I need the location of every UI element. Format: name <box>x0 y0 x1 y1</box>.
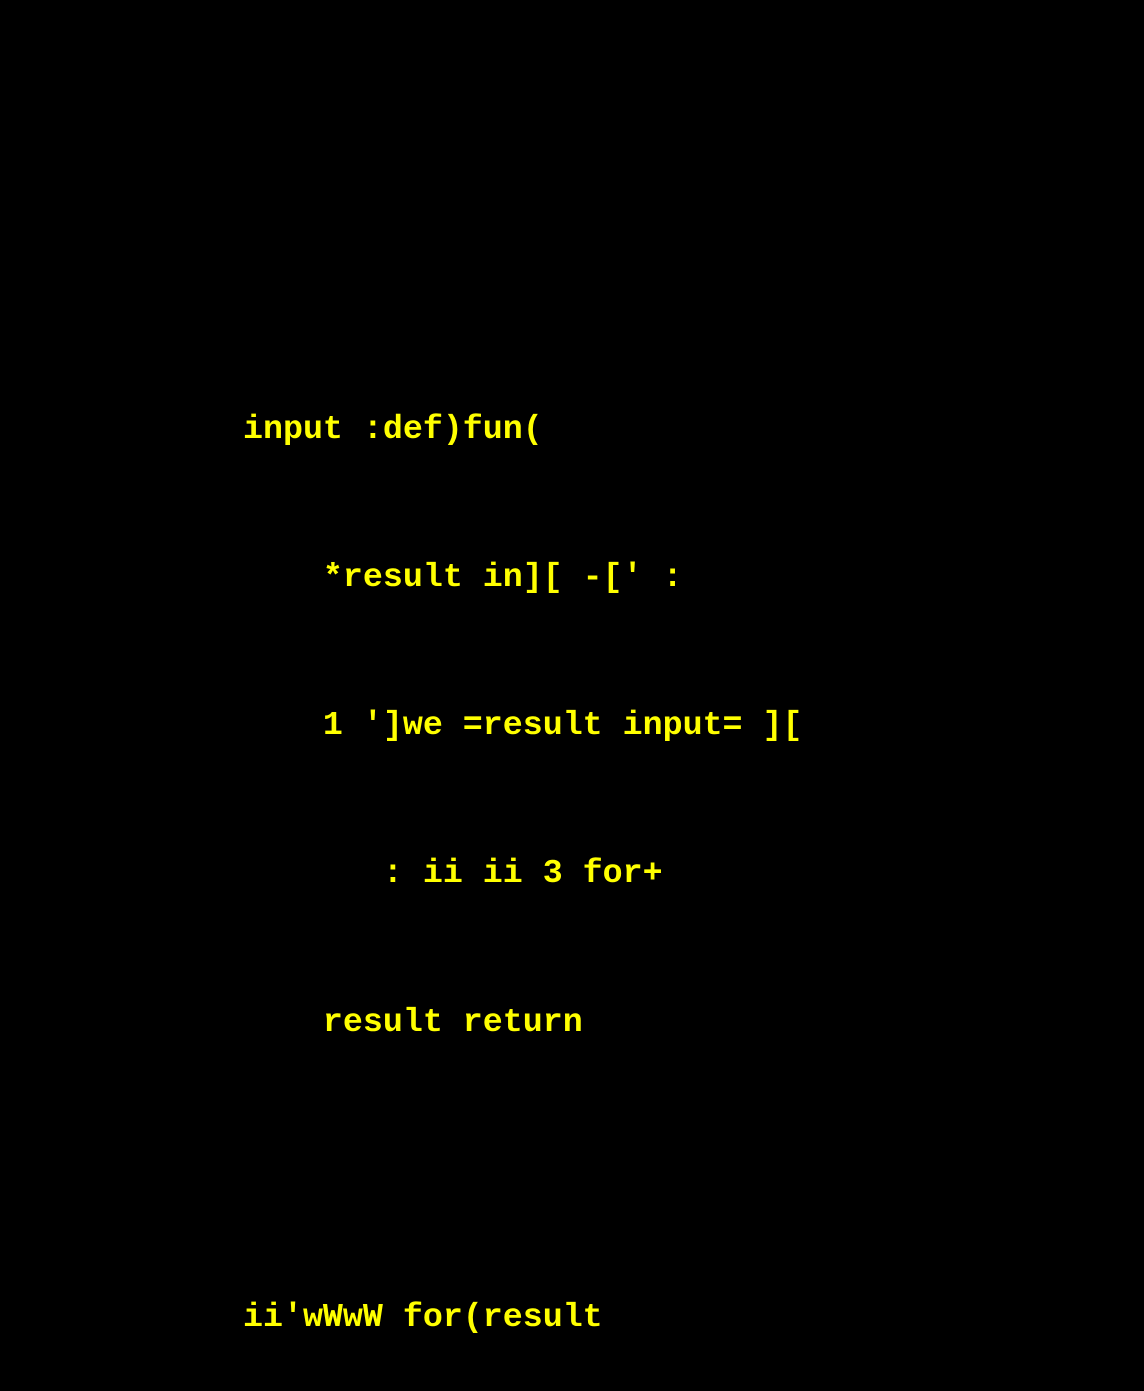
code-line: result return <box>243 1002 583 1041</box>
code-line: *result in][ -[' : <box>243 558 683 597</box>
code-line: input :def)fun( <box>243 409 543 448</box>
code-display: input :def)fun( *result in][ -[' : 1 ']w… <box>243 306 802 1391</box>
code-line: 1 ']we =result input= ][ <box>243 706 803 745</box>
code-line: ii'wWwW for(result <box>243 1297 603 1336</box>
code-line: : ii ii 3 for+ <box>243 854 663 893</box>
